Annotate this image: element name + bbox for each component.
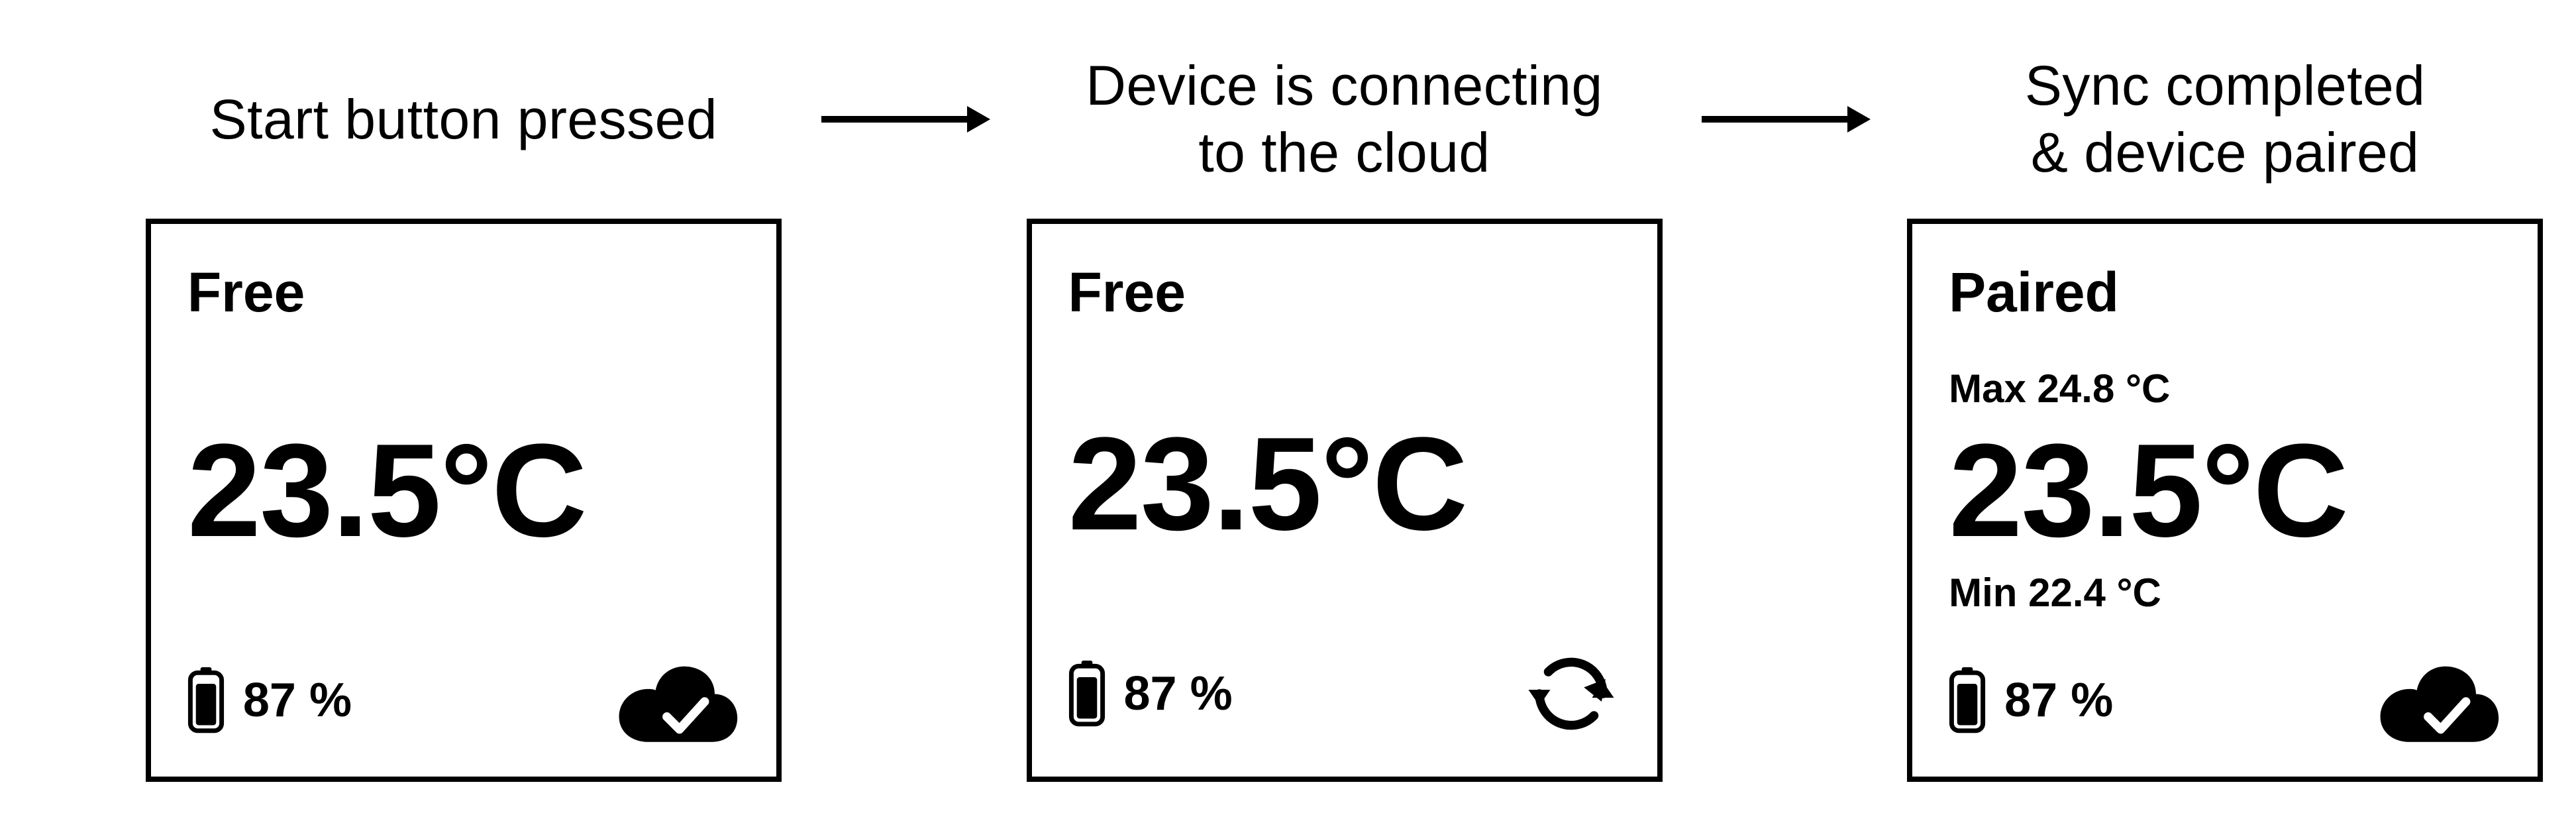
temperature-reading: 23.5°C	[1949, 425, 2501, 557]
max-temperature: Max 24.8 °C	[1949, 365, 2501, 413]
temperature-reading: 23.5°C	[187, 425, 740, 557]
battery-indicator: 87 %	[1068, 661, 1233, 727]
battery-indicator: 87 %	[1949, 667, 2113, 733]
battery-icon	[1068, 661, 1106, 727]
cloud-check-icon	[2375, 657, 2501, 743]
status-label: Paired	[1949, 260, 2501, 325]
arrow-right-icon	[1698, 99, 1871, 139]
arrow-2	[1695, 46, 1874, 139]
step-3: Sync completed& device paired Paired Max…	[1874, 46, 2576, 782]
battery-percent: 87 %	[243, 673, 352, 728]
battery-indicator: 87 %	[187, 667, 352, 733]
step-2: Device is connectingto the cloud Free 23…	[994, 46, 1696, 782]
battery-icon	[1949, 667, 1986, 733]
pairing-flow-diagram: Start button pressed Free 23.5°C 87 %	[0, 0, 2576, 813]
status-label: Free	[187, 260, 740, 325]
device-screen-1: Free 23.5°C 87 %	[146, 219, 782, 782]
step-1: Start button pressed Free 23.5°C 87 %	[113, 46, 815, 782]
min-temperature: Min 22.4 °C	[1949, 569, 2501, 617]
arrow-1	[815, 46, 994, 139]
battery-percent: 87 %	[2004, 673, 2113, 728]
temperature-reading: 23.5°C	[1068, 418, 1621, 551]
status-label: Free	[1068, 260, 1621, 325]
step-2-caption: Device is connectingto the cloud	[1086, 52, 1602, 186]
cloud-check-icon	[614, 657, 740, 743]
arrow-right-icon	[818, 99, 990, 139]
sync-icon	[1521, 644, 1621, 743]
battery-percent: 87 %	[1124, 667, 1233, 721]
device-screen-2: Free 23.5°C 87 %	[1027, 219, 1663, 782]
step-3-caption: Sync completed& device paired	[2025, 52, 2426, 186]
step-1-caption: Start button pressed	[210, 86, 717, 153]
device-screen-3: Paired Max 24.8 °C 23.5°C Min 22.4 °C 87…	[1907, 219, 2543, 782]
battery-icon	[187, 667, 225, 733]
